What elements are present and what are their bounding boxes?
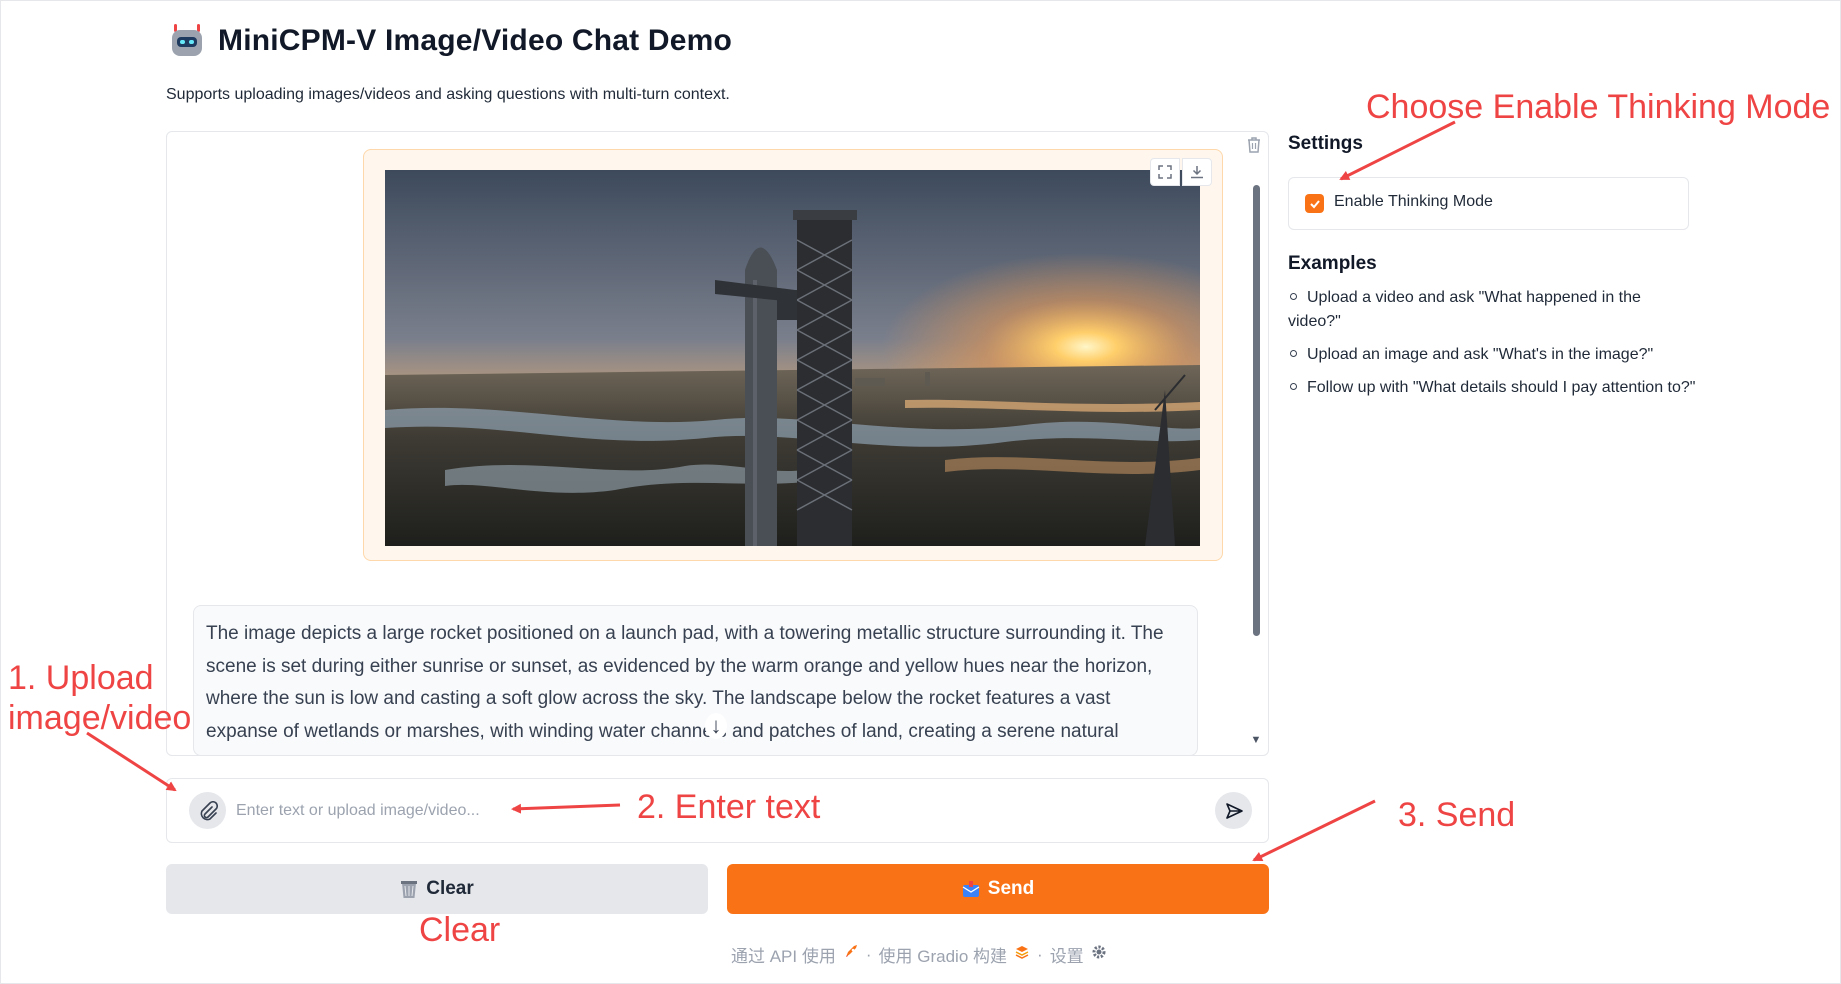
footer-separator: · (865, 944, 872, 964)
gradio-link[interactable]: 使用 Gradio 构建 (879, 942, 1007, 967)
wastebasket-icon (401, 881, 418, 898)
gear-icon (1091, 944, 1107, 965)
list-item: Follow up with "What details should I pa… (1288, 376, 1698, 400)
annotation-send: 3. Send (1398, 796, 1516, 834)
page-subtitle: Supports uploading images/videos and ask… (166, 86, 730, 103)
attach-icon[interactable] (189, 792, 226, 829)
thinking-mode-checkbox[interactable] (1305, 194, 1324, 213)
image-toolbar (1150, 158, 1212, 186)
clear-button-label: Clear (426, 878, 474, 899)
examples-title: Examples (1288, 253, 1377, 274)
annotation-thinking: Choose Enable Thinking Mode (1366, 88, 1831, 126)
send-arrow-icon[interactable] (1215, 792, 1252, 829)
settings-link[interactable]: 设置 (1050, 942, 1084, 967)
send-button[interactable]: Send (727, 864, 1269, 914)
scroll-down-icon[interactable]: ▼ (1249, 734, 1263, 748)
send-emoji-icon (962, 881, 980, 897)
page-title: MiniCPM-V Image/Video Chat Demo (218, 24, 733, 57)
footer: 通过 API 使用 · 使用 Gradio 构建 · 设置 (731, 942, 1107, 967)
examples-list: Upload a video and ask "What happened in… (1288, 286, 1698, 409)
clear-button[interactable]: Clear (166, 864, 708, 914)
chat-scrollbar[interactable] (1253, 185, 1260, 636)
thinking-mode-label[interactable]: Enable Thinking Mode (1334, 193, 1493, 211)
fullscreen-icon[interactable] (1150, 158, 1180, 186)
bot-message-text: The image depicts a large rocket positio… (206, 623, 1164, 755)
send-button-label: Send (987, 878, 1035, 899)
gradio-logo-icon (1014, 944, 1030, 965)
footer-separator: · (1037, 944, 1043, 964)
download-icon[interactable] (1182, 158, 1212, 186)
bot-message-bubble: The image depicts a large rocket positio… (193, 605, 1198, 756)
settings-title: Settings (1288, 133, 1363, 154)
annotation-enter-text: 2. Enter text (637, 788, 821, 826)
robot-icon (168, 22, 206, 60)
clear-chat-icon[interactable] (1242, 133, 1266, 157)
annotation-clear: Clear (419, 911, 501, 949)
list-item: Upload an image and ask "What's in the i… (1288, 343, 1698, 367)
api-link[interactable]: 通过 API 使用 (731, 942, 836, 967)
header: MiniCPM-V Image/Video Chat Demo (168, 22, 732, 60)
annotation-upload: 1. Upload image/video (8, 659, 192, 737)
rocket-icon (843, 944, 859, 965)
list-item: Upload a video and ask "What happened in… (1288, 289, 1641, 330)
scroll-to-bottom-icon[interactable]: ↓ (705, 713, 727, 739)
uploaded-image[interactable] (385, 170, 1200, 546)
